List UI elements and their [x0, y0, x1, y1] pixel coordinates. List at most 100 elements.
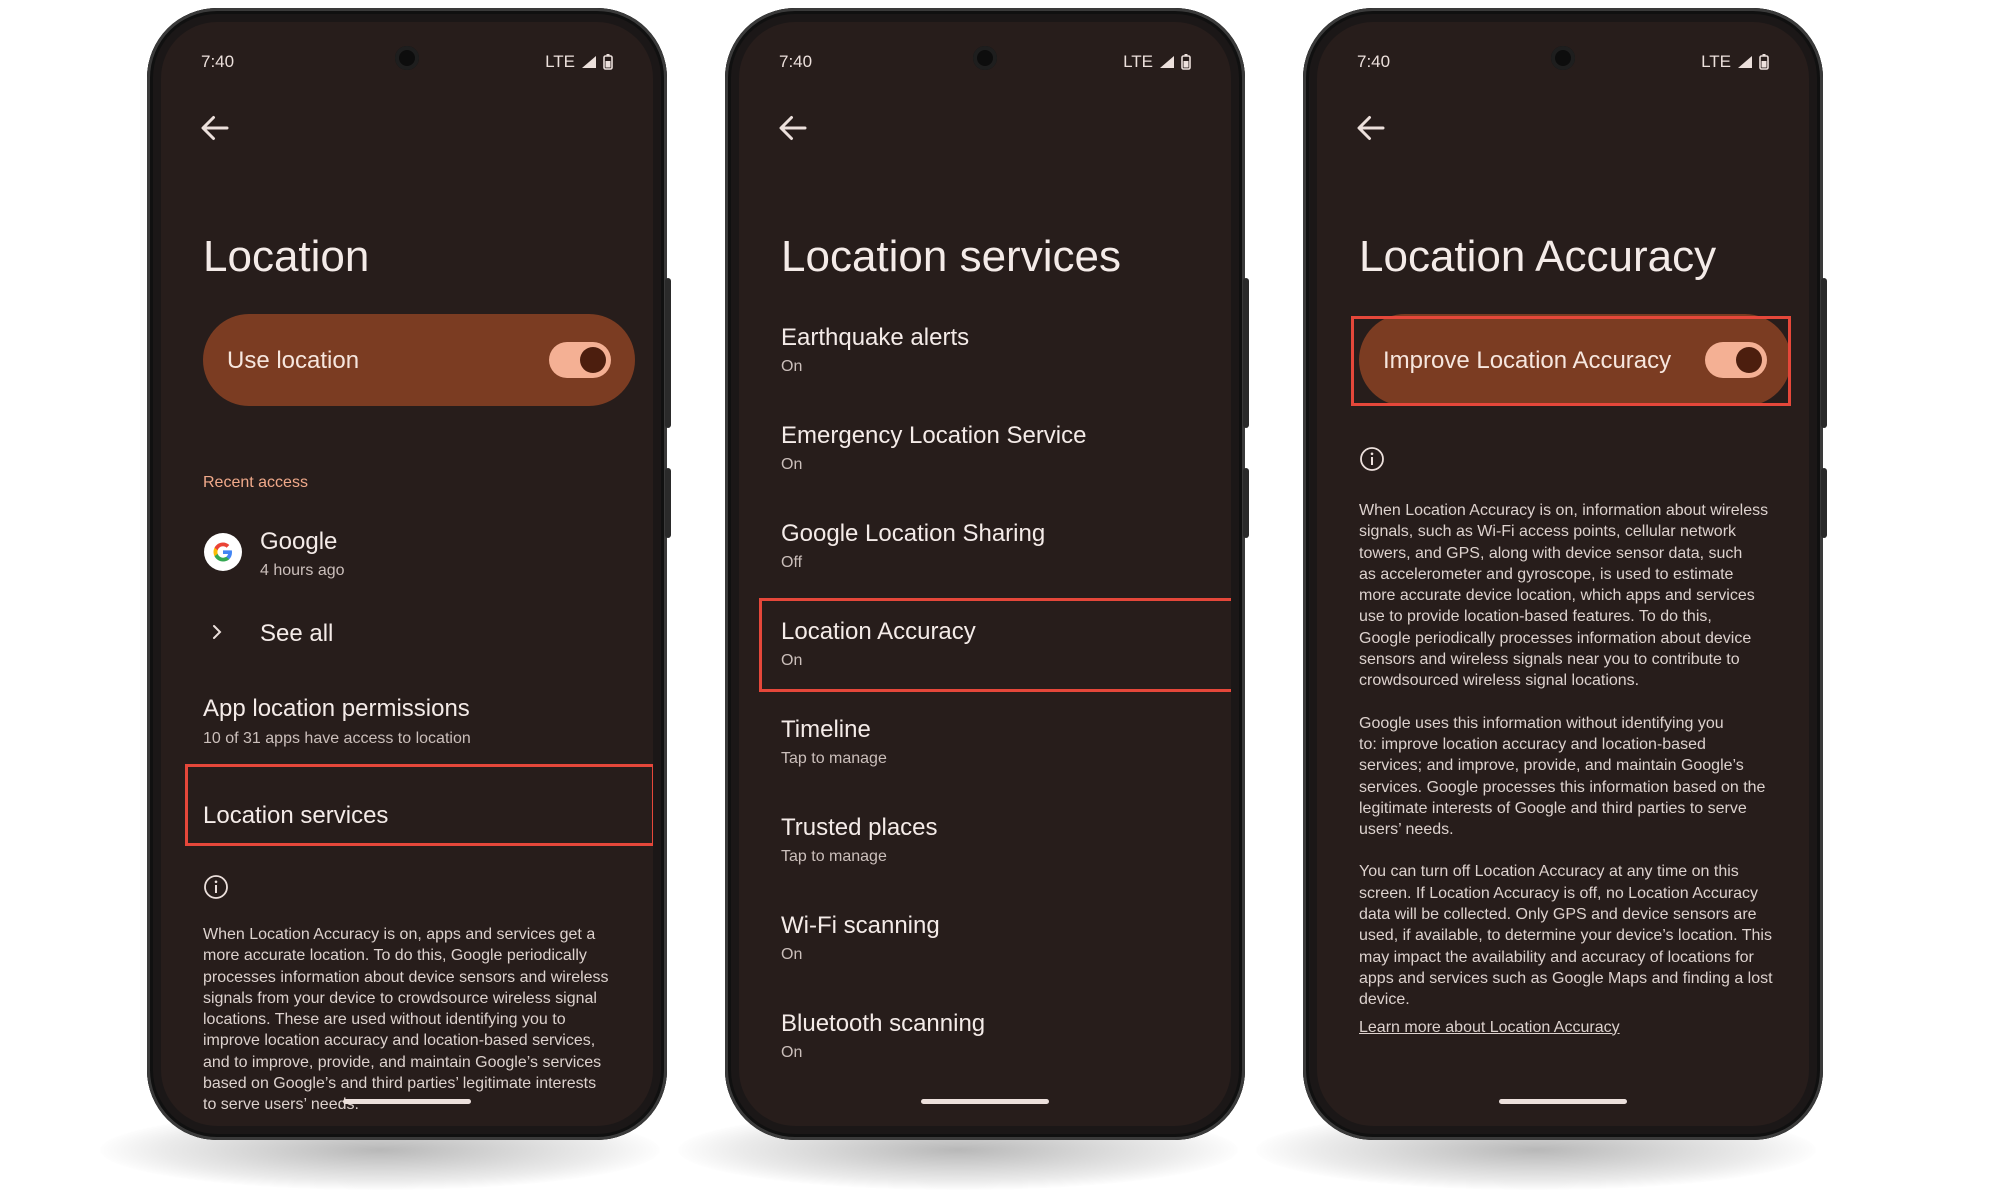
status-time: 7:40	[201, 52, 235, 71]
list-item[interactable]: Timeline Tap to manage	[781, 716, 1211, 786]
permissions-sub: 10 of 31 apps have access to location	[203, 730, 471, 747]
phone-location: 7:40 LTE Location Use location Recent ac…	[147, 8, 671, 1140]
item-title: Bluetooth scanning	[781, 1010, 986, 1037]
list-item[interactable]: Google Location Sharing Off	[781, 520, 1211, 590]
recent-app-name: Google	[260, 528, 338, 555]
item-title: Timeline	[781, 716, 871, 743]
highlight-box	[185, 764, 653, 846]
text-line: sensors and wireless signals near you to…	[1359, 651, 1740, 669]
signal-icon	[1738, 56, 1752, 68]
text-line: When Location Accuracy is on, apps and s…	[203, 926, 596, 943]
back-arrow-icon[interactable]	[1353, 110, 1389, 146]
text-line: users’ needs.	[1359, 821, 1454, 839]
list-item[interactable]: Emergency Location Service On	[781, 422, 1211, 492]
highlight-box	[759, 598, 1231, 692]
screen: 7:40 LTE Location Accuracy Improve Locat…	[1317, 22, 1809, 1126]
screen: 7:40 LTE Location services Earthquake al…	[739, 22, 1231, 1126]
learn-more-link[interactable]: Learn more about Location Accuracy	[1359, 1017, 1809, 1038]
use-location-label: Use location	[227, 347, 360, 374]
info-icon	[1360, 447, 1384, 471]
list-item[interactable]: Wi-Fi scanning On	[781, 912, 1211, 982]
see-all-row[interactable]: See all	[203, 614, 503, 654]
home-indicator[interactable]	[343, 1099, 471, 1104]
list-item[interactable]: Trusted places Tap to manage	[781, 814, 1211, 884]
volume-button	[1243, 468, 1249, 538]
status-bar: 7:40 LTE	[1357, 52, 1769, 76]
text-line: When Location Accuracy is on, informatio…	[1359, 502, 1769, 519]
text-line: used, if available, to determine your de…	[1359, 927, 1772, 945]
text-line: more accurate location. To do this, Goog…	[203, 947, 587, 965]
back-arrow-icon[interactable]	[197, 110, 233, 146]
phone-location-accuracy: 7:40 LTE Location Accuracy Improve Locat…	[1303, 8, 1827, 1140]
battery-icon	[1181, 54, 1191, 70]
item-status: Tap to manage	[781, 848, 887, 865]
network-label: LTE	[1701, 52, 1731, 71]
item-status: On	[781, 358, 803, 375]
highlight-box	[1351, 316, 1791, 406]
home-indicator[interactable]	[921, 1099, 1049, 1104]
item-title: Earthquake alerts	[781, 324, 970, 351]
signal-icon	[1160, 56, 1174, 68]
text-line: more accurate device location, which app…	[1359, 587, 1755, 605]
status-time: 7:40	[779, 52, 813, 71]
status-bar: 7:40 LTE	[201, 52, 613, 76]
list-item[interactable]: Earthquake alerts On	[781, 324, 1211, 394]
use-location-switch[interactable]	[549, 342, 611, 378]
text-line: Google periodically processes informatio…	[1359, 629, 1752, 647]
page-title: Location Accuracy	[1359, 232, 1717, 281]
volume-button	[665, 468, 671, 538]
recent-app-row[interactable]: Google 4 hours ago	[203, 522, 603, 582]
battery-icon	[1759, 54, 1769, 70]
network-label: LTE	[1123, 52, 1153, 71]
see-all-label: See all	[260, 620, 334, 647]
app-location-permissions-row[interactable]: App location permissions 10 of 31 apps h…	[203, 692, 623, 762]
recent-app-time: 4 hours ago	[260, 562, 345, 579]
text-line: towers, and GPS, along with device senso…	[1359, 544, 1743, 562]
item-status: Off	[781, 554, 803, 571]
signal-icon	[582, 56, 596, 68]
item-title: Trusted places	[781, 814, 938, 841]
text-line: based on Google’s and third parties’ leg…	[203, 1075, 597, 1093]
footer-text: When Location Accuracy is on, apps and s…	[203, 924, 653, 1116]
text-line: use to provide location-based features. …	[1359, 608, 1712, 626]
text-line: as accelerometer and gyroscope, is used …	[1359, 565, 1734, 583]
text-line: legitimate interests of Google and third…	[1359, 799, 1747, 817]
home-indicator[interactable]	[1499, 1099, 1627, 1104]
text-line: to: improve location accuracy and locati…	[1359, 735, 1706, 753]
power-button	[1821, 278, 1827, 428]
network-label: LTE	[545, 52, 575, 71]
item-title: Emergency Location Service	[781, 422, 1087, 449]
page-title: Location services	[781, 232, 1121, 281]
item-status: On	[781, 1044, 803, 1061]
text-line: signals, such as Wi-Fi access points, ce…	[1359, 523, 1737, 541]
chevron-right-icon	[213, 625, 222, 639]
list-item[interactable]: Bluetooth scanning On	[781, 1010, 1211, 1080]
status-time: 7:40	[1357, 52, 1391, 71]
text-line: apps and services such as Google Maps an…	[1359, 969, 1773, 987]
text-line: data will be collected. Only GPS and dev…	[1359, 906, 1757, 924]
recent-access-label: Recent access	[203, 474, 308, 491]
back-arrow-icon[interactable]	[775, 110, 811, 146]
status-bar: 7:40 LTE	[779, 52, 1191, 76]
text-line: You can turn off Location Accuracy at an…	[1359, 863, 1739, 881]
text-line: locations. These are used without identi…	[203, 1011, 566, 1029]
power-button	[665, 278, 671, 428]
page-title: Location	[203, 232, 370, 281]
use-location-toggle-card[interactable]: Use location	[203, 314, 635, 406]
text-line: signals from your device to crowdsource …	[203, 989, 597, 1007]
text-line: crowdsourced wireless signal locations.	[1359, 672, 1640, 690]
text-line: and to improve, provide, and maintain Go…	[203, 1053, 602, 1071]
item-status: Tap to manage	[781, 750, 887, 767]
volume-button	[1821, 468, 1827, 538]
item-status: On	[781, 946, 803, 963]
power-button	[1243, 278, 1249, 428]
text-line: may impact the availability and accuracy…	[1359, 948, 1754, 966]
text-line: screen. If Location Accuracy is off, no …	[1359, 884, 1759, 902]
google-logo	[204, 533, 242, 571]
item-title: Google Location Sharing	[781, 520, 1046, 547]
screen: 7:40 LTE Location Use location Recent ac…	[161, 22, 653, 1126]
text-line: processes information about device senso…	[203, 968, 609, 986]
text-line: services. Google processes this informat…	[1359, 778, 1766, 796]
text-line: improve location accuracy and location-b…	[203, 1032, 596, 1050]
phone-location-services: 7:40 LTE Location services Earthquake al…	[725, 8, 1249, 1140]
